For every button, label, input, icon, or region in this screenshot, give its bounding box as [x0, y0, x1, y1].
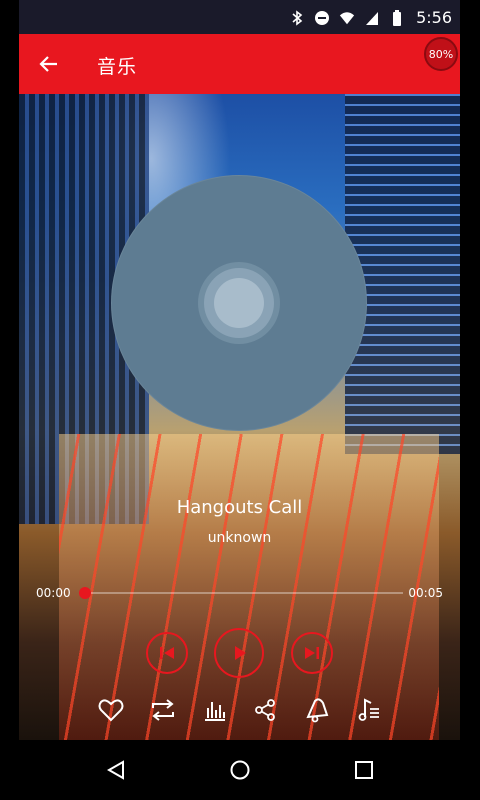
- signal-icon: [364, 10, 380, 26]
- next-button[interactable]: [291, 632, 333, 674]
- page-title: 音乐: [97, 56, 138, 78]
- action-bar: [19, 694, 460, 726]
- playlist-icon[interactable]: [353, 694, 385, 726]
- battery-icon: [389, 9, 405, 26]
- disc-label: [204, 268, 274, 338]
- status-bar: 5:56: [19, 0, 460, 34]
- floating-badge[interactable]: 80%: [424, 37, 458, 71]
- nav-home-icon[interactable]: [226, 756, 254, 784]
- play-icon: [235, 646, 246, 660]
- share-icon[interactable]: [249, 694, 281, 726]
- disc-core: [214, 278, 264, 328]
- total-time: 00:05: [408, 586, 443, 600]
- status-time: 5:56: [416, 8, 452, 27]
- nav-recents-icon[interactable]: [350, 756, 378, 784]
- nav-back-icon[interactable]: [102, 756, 130, 784]
- next-icon: [305, 647, 319, 659]
- equalizer-icon[interactable]: [199, 694, 231, 726]
- song-title: Hangouts Call: [176, 497, 303, 518]
- navigation-bar: [0, 740, 480, 800]
- bell-icon[interactable]: [301, 694, 333, 726]
- progress-bar[interactable]: [79, 587, 403, 599]
- heart-icon[interactable]: [95, 694, 127, 726]
- current-time: 00:00: [36, 586, 71, 600]
- do-not-disturb-icon: [314, 10, 330, 26]
- bluetooth-icon: [289, 9, 305, 26]
- artist-name: unknown: [207, 530, 272, 546]
- back-arrow-icon[interactable]: [35, 50, 63, 78]
- app-bar: 音乐 80%: [19, 34, 460, 94]
- previous-icon: [160, 647, 174, 659]
- screen: 5:56 音乐 80% Hangouts Call unknown 00:00 …: [19, 0, 460, 740]
- play-button[interactable]: [214, 628, 264, 678]
- wifi-icon: [339, 10, 355, 26]
- previous-button[interactable]: [146, 632, 188, 674]
- vinyl-disc: [111, 175, 367, 431]
- repeat-icon[interactable]: [147, 694, 179, 726]
- progress-thumb[interactable]: [79, 587, 91, 599]
